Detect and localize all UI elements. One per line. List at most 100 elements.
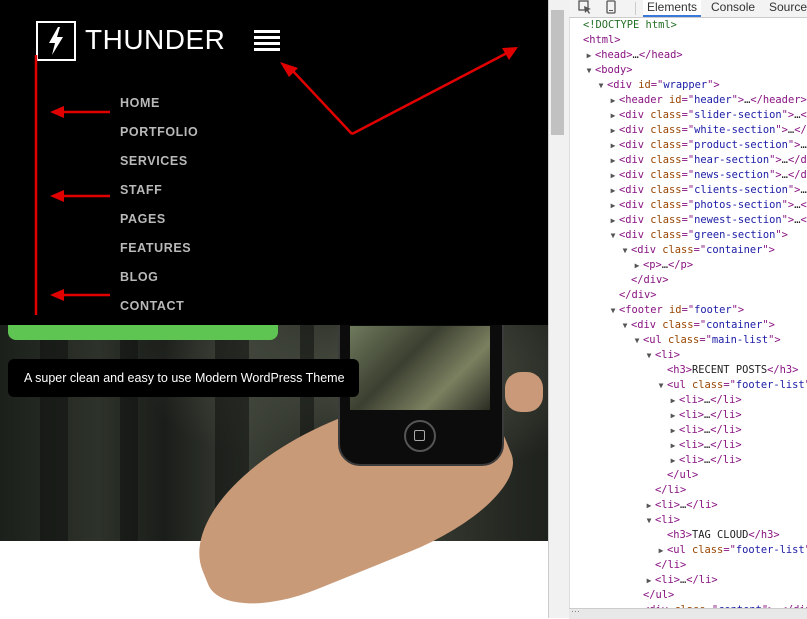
collapse-triangle-icon[interactable]: ▼ — [632, 333, 642, 348]
dom-node-row[interactable]: ▼<footer id="footer"> — [569, 303, 807, 318]
dom-node-row[interactable]: ▶<li>…</li> — [569, 438, 807, 453]
page-scrollbar[interactable] — [549, 0, 570, 618]
device-mode-icon[interactable] — [603, 0, 619, 16]
dom-token: <h3> — [667, 364, 692, 376]
dom-token: product-section — [694, 139, 788, 151]
dom-node-row[interactable]: ▼<div class="container"> — [569, 318, 807, 333]
dom-node-row[interactable]: ▶<li>…</li> — [569, 498, 807, 513]
dom-node-row[interactable]: ▼<div id="wrapper"> — [569, 78, 807, 93]
dom-node-row[interactable]: ▼<body> — [569, 63, 807, 78]
dom-node-markup: <div class="green-section"> — [619, 228, 788, 243]
logo-icon[interactable] — [36, 21, 76, 61]
dom-node-row[interactable]: ▼<ul class="footer-list"> — [569, 378, 807, 393]
nav-item-pages[interactable]: PAGES — [120, 211, 198, 240]
collapse-triangle-icon[interactable]: ▼ — [620, 243, 630, 258]
dom-token: "> — [762, 319, 775, 331]
inspect-element-icon[interactable] — [577, 0, 593, 16]
dom-node-row[interactable]: ▼<li> — [569, 348, 807, 363]
dom-token: class — [650, 139, 681, 151]
nav-item-home[interactable]: HOME — [120, 95, 198, 124]
page-scrollbar-thumb[interactable] — [551, 10, 564, 135]
dom-node-row[interactable]: ▶<head>…</head> — [569, 48, 807, 63]
expand-triangle-icon[interactable]: ▶ — [608, 93, 618, 108]
nav-item-contact[interactable]: CONTACT — [120, 298, 198, 327]
dom-node-row[interactable]: </li> — [569, 558, 807, 573]
dom-node-markup: <head>…</head> — [595, 48, 683, 63]
expand-triangle-icon[interactable]: ▶ — [668, 393, 678, 408]
dom-node-row[interactable]: ▼<div class="green-section"> — [569, 228, 807, 243]
dom-node-row[interactable]: </li> — [569, 483, 807, 498]
collapse-triangle-icon[interactable]: ▼ — [608, 228, 618, 243]
expand-triangle-icon[interactable]: ▶ — [668, 438, 678, 453]
dom-node-markup: <footer id="footer"> — [619, 303, 744, 318]
dom-node-row[interactable]: ▶<ul class="footer-list">…</ul> — [569, 543, 807, 558]
dom-node-row[interactable]: ▼<ul class="main-list"> — [569, 333, 807, 348]
dom-node-row[interactable]: </ul> — [569, 468, 807, 483]
expand-triangle-icon[interactable]: ▶ — [608, 153, 618, 168]
collapse-triangle-icon[interactable]: ▼ — [644, 348, 654, 363]
expand-triangle-icon[interactable]: ▶ — [668, 423, 678, 438]
dom-node-row[interactable]: </ul> — [569, 588, 807, 603]
expand-triangle-icon[interactable]: ▶ — [584, 48, 594, 63]
collapse-triangle-icon[interactable]: ▼ — [656, 378, 666, 393]
tab-sources[interactable]: Sources — [769, 0, 807, 17]
dom-node-row[interactable]: ▶<div class="newest-section">…</div> — [569, 213, 807, 228]
tab-console[interactable]: Console — [711, 0, 755, 17]
expand-triangle-icon[interactable]: ▶ — [608, 138, 618, 153]
expand-triangle-icon[interactable]: ▶ — [644, 573, 654, 588]
collapse-triangle-icon[interactable]: ▼ — [584, 63, 594, 78]
expand-triangle-icon[interactable]: ▶ — [668, 408, 678, 423]
dom-node-markup: </div> — [619, 288, 657, 303]
dom-node-row[interactable]: </div> — [569, 273, 807, 288]
dom-node-row[interactable]: ▶<li>…</li> — [569, 423, 807, 438]
logo-text[interactable]: THUNDER — [85, 24, 225, 56]
dom-node-row[interactable]: ▶<div class="news-section">…</div> — [569, 168, 807, 183]
expand-triangle-icon[interactable]: ▶ — [608, 183, 618, 198]
dom-node-row[interactable]: ▶<p>…</p> — [569, 258, 807, 273]
dom-node-row[interactable]: </div> — [569, 288, 807, 303]
expand-triangle-icon[interactable]: ▶ — [608, 108, 618, 123]
expand-triangle-icon[interactable]: ▶ — [608, 168, 618, 183]
expand-triangle-icon[interactable]: ▶ — [608, 198, 618, 213]
dom-token: TAG CLOUD — [692, 529, 748, 541]
dom-node-row[interactable]: ▼<li> — [569, 513, 807, 528]
dom-token: class — [650, 154, 681, 166]
nav-item-services[interactable]: SERVICES — [120, 153, 198, 182]
expand-triangle-icon[interactable]: ▶ — [632, 258, 642, 273]
nav-item-staff[interactable]: STAFF — [120, 182, 198, 211]
dom-node-row[interactable]: ▶<li>…</li> — [569, 453, 807, 468]
finger-image — [505, 372, 543, 412]
expand-triangle-icon[interactable]: ▶ — [644, 498, 654, 513]
nav-item-features[interactable]: FEATURES — [120, 240, 198, 269]
dom-node-row[interactable]: ▶<div class="white-section">…</div> — [569, 123, 807, 138]
nav-item-portfolio[interactable]: PORTFOLIO — [120, 124, 198, 153]
dom-node-row[interactable]: ▶<div class="photos-section">…</div> — [569, 198, 807, 213]
dom-node-row[interactable]: <!DOCTYPE html> — [569, 18, 807, 33]
dom-node-row[interactable]: ▶<div class="hear-section">…</div> — [569, 153, 807, 168]
dom-node-row[interactable]: ▶<div class="clients-section">…</div> — [569, 183, 807, 198]
expand-triangle-icon[interactable]: ▶ — [608, 213, 618, 228]
expand-triangle-icon[interactable]: ▶ — [608, 123, 618, 138]
expand-triangle-icon[interactable]: ▶ — [668, 453, 678, 468]
dom-node-row[interactable]: ▶<div class="slider-section">…</div> — [569, 108, 807, 123]
collapse-triangle-icon[interactable]: ▼ — [608, 303, 618, 318]
nav-item-blog[interactable]: BLOG — [120, 269, 198, 298]
dom-node-row[interactable]: <h3>TAG CLOUD</h3> — [569, 528, 807, 543]
dom-node-row[interactable]: <h3>RECENT POSTS</h3> — [569, 363, 807, 378]
dom-token: <div — [631, 319, 662, 331]
hamburger-menu-icon[interactable] — [254, 30, 280, 52]
tab-elements[interactable]: Elements — [643, 0, 701, 17]
expand-triangle-icon[interactable]: ▶ — [656, 543, 666, 558]
dom-token: id — [669, 94, 682, 106]
dom-node-row[interactable]: ▶<li>…</li> — [569, 408, 807, 423]
collapse-triangle-icon[interactable]: ▼ — [644, 513, 654, 528]
dom-node-row[interactable]: ▶<div class="product-section">…</div> — [569, 138, 807, 153]
dom-node-row[interactable]: ▶<li>…</li> — [569, 393, 807, 408]
dom-token: <div — [607, 79, 638, 91]
dom-node-row[interactable]: <html> — [569, 33, 807, 48]
collapse-triangle-icon[interactable]: ▼ — [596, 78, 606, 93]
collapse-triangle-icon[interactable]: ▼ — [620, 318, 630, 333]
dom-node-row[interactable]: ▶<header id="header">…</header> — [569, 93, 807, 108]
dom-node-row[interactable]: ▼<div class="container"> — [569, 243, 807, 258]
dom-node-row[interactable]: ▶<li>…</li> — [569, 573, 807, 588]
